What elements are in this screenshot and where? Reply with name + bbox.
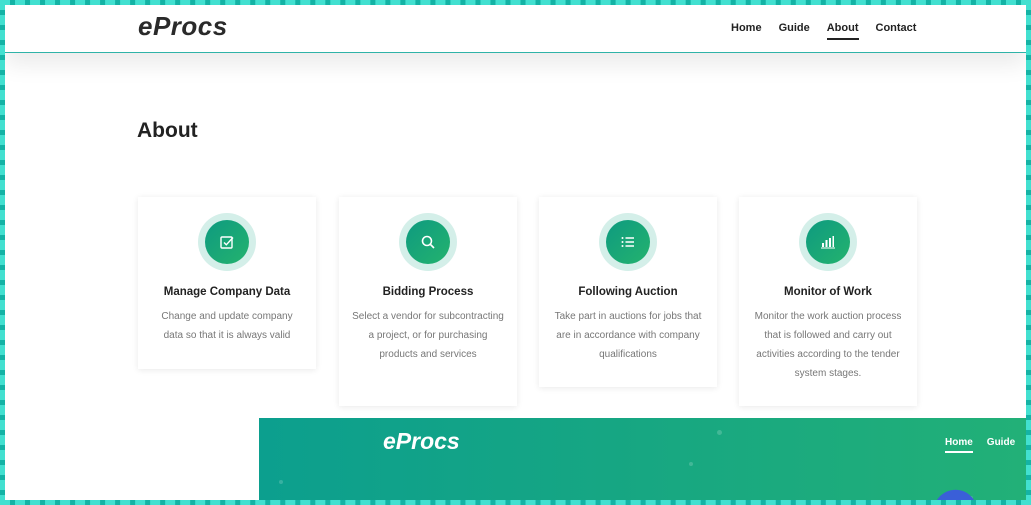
feature-card-monitor-of-work: Monitor of Work Monitor the work auction… [739,197,917,406]
search-icon [406,220,450,264]
decorative-dot [689,462,693,466]
homepage-preview-screenshot: eProcs Home Guide [259,418,1031,505]
card-title: Manage Company Data [163,286,291,298]
feature-card-manage-company-data: Manage Company Data Change and update co… [138,197,316,369]
card-title: Following Auction [578,286,678,298]
icon-ring [599,213,657,271]
preview-nav-guide: Guide [986,437,1016,448]
section-title: About [137,119,198,142]
preview-nav-home: Home [945,437,973,453]
brand-logo[interactable]: eProcs [138,11,228,42]
nav-home[interactable]: Home [731,22,762,40]
card-title: Bidding Process [382,286,474,298]
feature-card-bidding-process: Bidding Process Select a vendor for subc… [339,197,517,406]
top-navbar: eProcs Home Guide About Contact [5,5,1026,53]
illustration-shape [925,481,977,505]
feature-card-following-auction: Following Auction Take part in auctions … [539,197,717,387]
nav-about[interactable]: About [826,22,859,40]
card-text: Select a vendor for subcontracting a pro… [352,311,504,360]
card-title: Monitor of Work [784,286,872,298]
bar-chart-icon [806,220,850,264]
card-text: Change and update company data so that i… [161,311,293,341]
decorative-dot [717,430,722,435]
nav-contact[interactable]: Contact [876,22,917,40]
card-text: Take part in auctions for jobs that are … [554,311,702,360]
nav-guide[interactable]: Guide [779,22,810,40]
icon-ring [399,213,457,271]
card-text: Monitor the work auction process that is… [754,311,902,379]
list-icon [606,220,650,264]
main-nav: Home Guide About Contact [731,22,916,40]
icon-ring [198,213,256,271]
icon-ring [799,213,857,271]
preview-brand-logo: eProcs [383,428,460,454]
decorative-dot [279,480,283,484]
preview-nav: Home Guide [945,437,1015,453]
checkbox-icon [205,220,249,264]
